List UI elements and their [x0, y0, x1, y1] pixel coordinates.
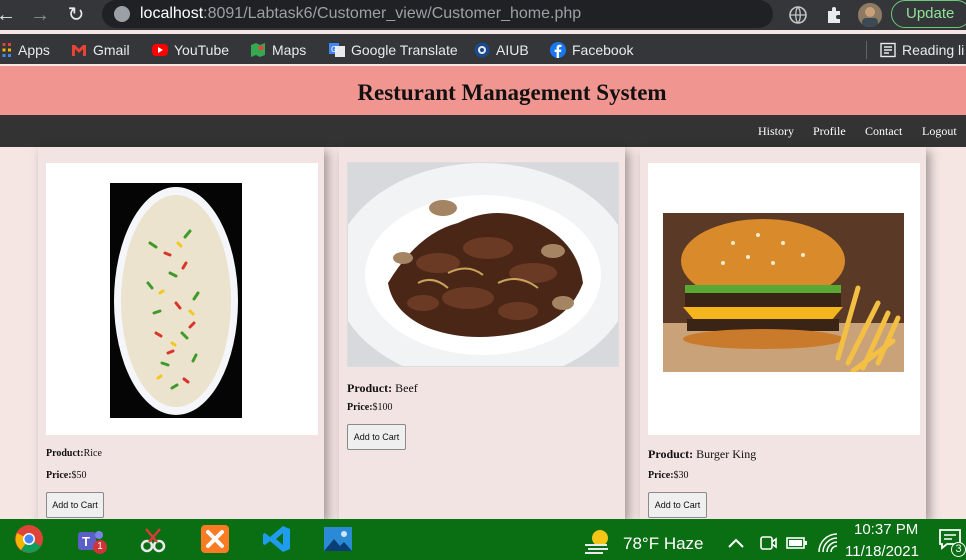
translate-page-icon[interactable] [788, 5, 808, 25]
update-button[interactable]: Update [891, 0, 966, 28]
youtube-icon [152, 44, 168, 56]
weather-haze-icon[interactable] [582, 527, 612, 555]
product-image-frame [46, 163, 318, 435]
nav-logout[interactable]: Logout [922, 124, 957, 139]
nav-profile[interactable]: Profile [813, 124, 846, 139]
nav-contact[interactable]: Contact [865, 124, 902, 139]
notification-center[interactable]: 3 [938, 528, 966, 558]
reload-icon[interactable]: ↻ [64, 3, 88, 27]
browser-toolbar: ← → ↻ localhost:8091/Labtask6/Customer_v… [0, 0, 966, 30]
bookmark-gmail[interactable]: Gmail [71, 41, 130, 59]
aiub-icon [474, 42, 490, 58]
bookmarks-bar: Apps Gmail YouTube Maps G Google Transla… [0, 34, 966, 64]
product-name: Product:Rice [46, 448, 102, 459]
xampp-icon[interactable] [200, 524, 230, 554]
nav-history[interactable]: History [758, 124, 794, 139]
bookmarks-separator [866, 41, 867, 59]
teams-app[interactable]: T 1 [76, 527, 107, 555]
photos-icon[interactable] [323, 524, 353, 554]
facebook-icon [550, 42, 566, 58]
bookmark-youtube[interactable]: YouTube [152, 41, 229, 59]
wifi-icon[interactable] [817, 532, 837, 554]
bookmark-apps[interactable]: Apps [0, 41, 50, 59]
show-hidden-icons-chevron-icon[interactable] [726, 533, 746, 553]
add-to-cart-button[interactable]: Add to Cart [347, 424, 406, 450]
snipping-tool-icon[interactable] [138, 524, 168, 554]
teams-notification-badge: 1 [93, 540, 107, 554]
rice-dish-image [110, 183, 242, 418]
reading-list[interactable]: Reading li [880, 41, 964, 59]
notification-count-badge: 3 [951, 542, 966, 557]
gmail-icon [72, 45, 86, 56]
svg-text:T: T [82, 534, 90, 549]
vscode-icon[interactable] [262, 524, 292, 554]
google-translate-icon: G [329, 43, 345, 57]
beef-dish-image [348, 163, 618, 366]
product-price: Price:$50 [46, 470, 87, 481]
product-image-frame [648, 163, 920, 435]
add-to-cart-button[interactable]: Add to Cart [46, 492, 104, 518]
product-name: Product: Beef [347, 381, 418, 395]
url-text[interactable]: localhost:8091/Labtask6/Customer_view/Cu… [140, 5, 581, 23]
reading-list-icon [880, 42, 896, 58]
maps-icon [251, 43, 265, 57]
product-name: Product: Burger King [648, 447, 757, 461]
weather-text[interactable]: 78°F Haze [623, 534, 704, 554]
product-price: Price:$100 [347, 402, 393, 413]
forward-arrow-icon[interactable]: → [28, 3, 52, 27]
page-title: Resturant Management System [357, 80, 667, 105]
extensions-icon[interactable] [824, 5, 844, 25]
bookmark-aiub[interactable]: AIUB [474, 41, 529, 59]
bookmark-facebook[interactable]: Facebook [550, 41, 633, 59]
profile-avatar[interactable] [858, 3, 882, 27]
chrome-icon[interactable] [14, 524, 44, 554]
clock-date[interactable]: 11/18/2021 [845, 543, 919, 560]
add-to-cart-button[interactable]: Add to Cart [648, 492, 707, 518]
address-bar[interactable]: localhost:8091/Labtask6/Customer_view/Cu… [102, 0, 773, 28]
burger-image [663, 213, 904, 372]
clock-time[interactable]: 10:37 PM [854, 521, 918, 538]
svg-text:G: G [331, 45, 337, 54]
meet-now-icon[interactable] [758, 533, 778, 553]
back-arrow-icon[interactable]: ← [0, 3, 18, 27]
bookmark-maps[interactable]: Maps [250, 41, 306, 59]
product-image-frame [347, 162, 619, 367]
battery-icon[interactable] [786, 533, 808, 553]
apps-grid-icon [2, 43, 11, 57]
site-info-icon[interactable] [114, 6, 130, 22]
product-price: Price:$30 [648, 470, 689, 481]
bookmark-google-translate[interactable]: G Google Translate [329, 41, 458, 59]
